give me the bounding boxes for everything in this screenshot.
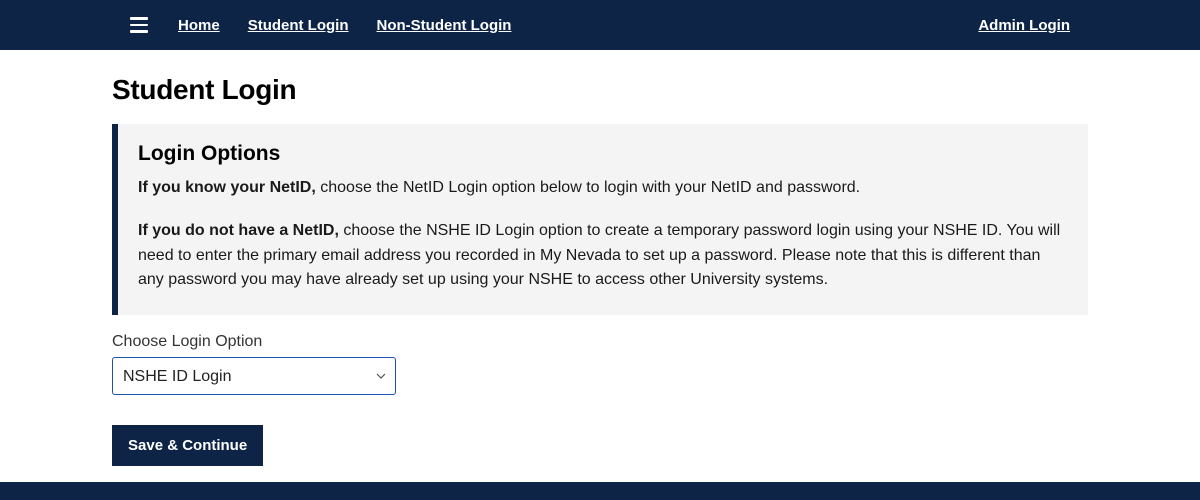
info-para-1-bold: If you know your NetID, bbox=[138, 179, 316, 196]
navbar: Home Student Login Non-Student Login Adm… bbox=[0, 0, 1200, 50]
page-title: Student Login bbox=[112, 74, 1088, 106]
nav-admin-login[interactable]: Admin Login bbox=[978, 17, 1070, 34]
info-para-2: If you do not have a NetID, choose the N… bbox=[138, 219, 1068, 293]
info-para-2-bold: If you do not have a NetID, bbox=[138, 222, 339, 239]
login-option-select-wrap: NSHE ID Login bbox=[112, 357, 396, 395]
login-option-label: Choose Login Option bbox=[112, 333, 1088, 351]
info-para-1-rest: choose the NetID Login option below to l… bbox=[316, 179, 860, 196]
nav-student-login[interactable]: Student Login bbox=[248, 17, 349, 34]
hamburger-menu-icon[interactable] bbox=[130, 17, 148, 33]
main-content: Student Login Login Options If you know … bbox=[0, 50, 1200, 466]
save-continue-button[interactable]: Save & Continue bbox=[112, 425, 263, 466]
footer-bar bbox=[0, 482, 1200, 500]
nav-home[interactable]: Home bbox=[178, 17, 220, 34]
info-para-1: If you know your NetID, choose the NetID… bbox=[138, 176, 1068, 201]
nav-links: Home Student Login Non-Student Login Adm… bbox=[178, 17, 1070, 34]
info-heading: Login Options bbox=[138, 142, 1068, 166]
nav-non-student-login[interactable]: Non-Student Login bbox=[377, 17, 512, 34]
login-options-info-box: Login Options If you know your NetID, ch… bbox=[112, 124, 1088, 315]
login-option-select[interactable]: NSHE ID Login bbox=[112, 357, 396, 395]
